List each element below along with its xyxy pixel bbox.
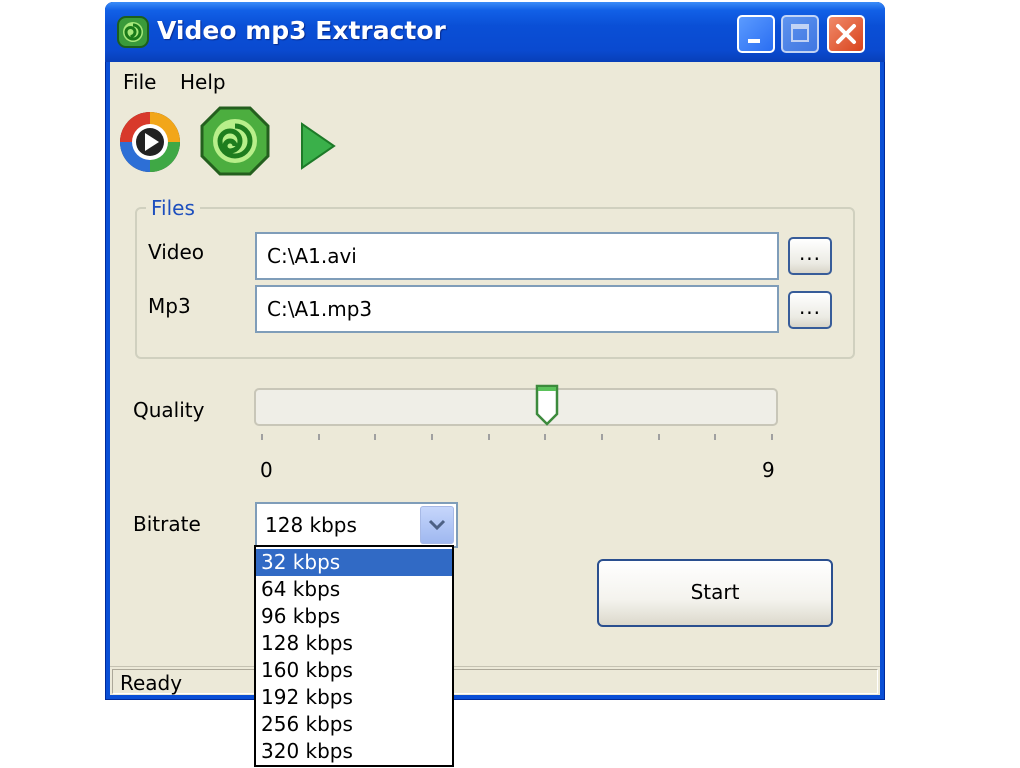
bitrate-selected-value: 128 kbps [265,513,357,537]
status-bar: Ready [110,666,880,695]
quality-tick [374,434,376,440]
bitrate-option[interactable]: 192 kbps [256,684,452,711]
window-client-area: File Help Files Video C:\A1.avi ... Mp3 … [110,62,880,695]
close-icon [836,24,856,44]
quality-slider-track[interactable] [254,388,778,426]
browse-mp3-button[interactable]: ... [788,291,832,329]
quality-min-label: 0 [260,458,273,482]
video-path-input[interactable]: C:\A1.avi [255,232,779,280]
mp3-label: Mp3 [148,294,191,318]
title-bar[interactable]: Video mp3 Extractor [105,2,885,62]
mp3-path-input[interactable]: C:\A1.mp3 [255,285,779,333]
minimize-icon [748,39,760,43]
bitrate-label: Bitrate [133,512,201,536]
quality-tick [318,434,320,440]
bitrate-option[interactable]: 32 kbps [256,549,452,576]
quality-tick [714,434,716,440]
window-title: Video mp3 Extractor [157,16,446,45]
quality-slider-thumb[interactable] [533,382,561,430]
menu-bar: File Help [110,62,880,100]
video-label: Video [148,240,205,264]
bitrate-option[interactable]: 256 kbps [256,711,452,738]
quality-tick [261,434,263,440]
app-swirl-icon [117,16,149,48]
quality-label: Quality [133,398,205,422]
menu-file[interactable]: File [123,70,156,94]
chevron-down-icon [428,519,446,531]
browse-video-button[interactable]: ... [788,237,832,275]
quality-tick [658,434,660,440]
minimize-button[interactable] [737,15,775,53]
app-window: Video mp3 Extractor File Help Files Vide… [105,2,885,700]
extract-icon[interactable] [200,106,270,176]
maximize-button[interactable] [781,15,819,53]
quality-max-label: 9 [762,458,775,482]
maximize-icon [791,24,809,42]
bitrate-option[interactable]: 96 kbps [256,603,452,630]
bitrate-option[interactable]: 128 kbps [256,630,452,657]
quality-ticks [254,434,778,442]
bitrate-combobox[interactable]: 128 kbps [255,502,458,548]
bitrate-option[interactable]: 160 kbps [256,657,452,684]
media-player-icon[interactable] [118,110,182,174]
files-group [135,207,855,359]
bitrate-dropdown-button[interactable] [420,506,454,544]
quality-tick [488,434,490,440]
quality-tick [544,434,546,440]
status-panel: Ready [112,669,878,695]
status-text: Ready [120,671,183,695]
play-icon[interactable] [298,120,338,172]
bitrate-option[interactable]: 64 kbps [256,576,452,603]
bitrate-option[interactable]: 320 kbps [256,738,452,765]
quality-tick [431,434,433,440]
files-group-title: Files [146,196,200,220]
quality-tick [771,434,773,440]
close-button[interactable] [827,15,865,53]
menu-help[interactable]: Help [180,70,226,94]
start-button[interactable]: Start [597,559,833,627]
bitrate-dropdown-list: 32 kbps 64 kbps 96 kbps 128 kbps 160 kbp… [254,545,454,767]
quality-tick [601,434,603,440]
